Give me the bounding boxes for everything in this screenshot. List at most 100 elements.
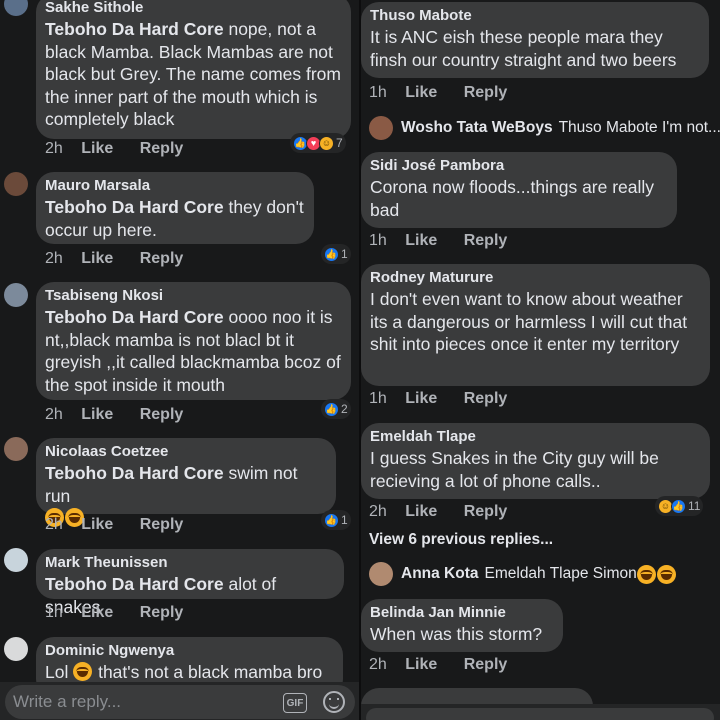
gif-button[interactable]: GIF — [283, 693, 307, 713]
reply-button[interactable]: Reply — [464, 656, 508, 673]
comment-bubble: Belinda Jan Minnie When was this storm? — [361, 599, 563, 652]
reply-button[interactable]: Reply — [464, 390, 508, 407]
haha-reaction-icon: ☺ — [319, 135, 334, 151]
mention-tag[interactable]: Teboho Da Hard Core — [45, 307, 224, 327]
comment-text: It is ANC eish these people mara they fi… — [370, 27, 677, 70]
comment-text: Teboho Da Hard Core nope, not a black Ma… — [45, 19, 341, 129]
comment-time[interactable]: 2h — [45, 516, 63, 533]
reaction-count: 11 — [688, 499, 701, 513]
reaction-summary[interactable]: 👍 2 — [321, 399, 351, 419]
avatar[interactable] — [4, 0, 28, 16]
comment-time[interactable]: 2h — [369, 656, 387, 673]
reply-button[interactable]: Reply — [140, 140, 184, 157]
left-comment-panel: Sakhe Sithole Teboho Da Hard Core nope, … — [0, 0, 360, 720]
comment-time[interactable]: 1h — [369, 232, 387, 249]
comment-actions: 2h Like Reply — [45, 140, 205, 158]
comment-actions: 1h Like Reply — [369, 232, 529, 250]
avatar[interactable] — [4, 172, 28, 196]
comment-time[interactable]: 2h — [45, 406, 63, 423]
mention-tag[interactable]: Teboho Da Hard Core — [45, 574, 224, 594]
comment-text: When was this storm? — [370, 624, 543, 644]
comment-time[interactable]: 2h — [45, 140, 63, 157]
comment-actions: 1h Like Reply — [369, 390, 529, 408]
reaction-summary[interactable]: 👍 ♥ ☺ 7 — [290, 133, 346, 153]
like-button[interactable]: Like — [81, 140, 113, 157]
like-button[interactable]: Like — [81, 516, 113, 533]
mention-tag[interactable]: Teboho Da Hard Core — [45, 19, 224, 39]
comment-bubble: Thuso Mabote It is ANC eish these people… — [361, 2, 709, 78]
like-button[interactable]: Like — [405, 84, 437, 101]
comment-actions: 1h Like Reply — [45, 604, 205, 622]
comment-bubble: Tsabiseng Nkosi Teboho Da Hard Core oooo… — [36, 282, 351, 400]
commenter-name[interactable]: Sakhe Sithole — [45, 0, 342, 18]
commenter-name[interactable]: Mauro Marsala — [45, 176, 305, 196]
comment-actions: 2h Like Reply — [45, 516, 205, 534]
like-button[interactable]: Like — [81, 250, 113, 267]
comment-bubble: Sakhe Sithole Teboho Da Hard Core nope, … — [36, 0, 351, 139]
commenter-name[interactable]: Emeldah Tlape — [370, 427, 701, 447]
avatar[interactable] — [4, 283, 28, 307]
reaction-count: 7 — [336, 136, 343, 150]
avatar[interactable] — [4, 637, 28, 661]
reply-button[interactable]: Reply — [464, 84, 508, 101]
reply-input[interactable] — [13, 689, 263, 715]
comment-bubble: Sidi José Pambora Corona now floods...th… — [361, 152, 677, 228]
like-reaction-icon: 👍 — [324, 512, 339, 528]
like-button[interactable]: Like — [81, 406, 113, 423]
avatar[interactable] — [369, 116, 393, 140]
comment-actions: 2h Like Reply — [45, 250, 205, 268]
commenter-name[interactable]: Belinda Jan Minnie — [370, 603, 554, 623]
commenter-name[interactable]: Thuso Mabote — [370, 6, 700, 26]
commenter-name[interactable]: Dominic Ngwenya — [45, 641, 334, 661]
commenter-name[interactable]: Nicolaas Coetzee — [45, 442, 327, 462]
reply-button[interactable]: Reply — [464, 232, 508, 249]
reaction-count: 1 — [341, 513, 348, 527]
reply-author[interactable]: Wosho Tata WeBoys — [401, 119, 553, 137]
comment-actions: 2h Like Reply — [45, 406, 205, 424]
commenter-name[interactable]: Tsabiseng Nkosi — [45, 286, 342, 306]
reply-input-box[interactable] — [366, 708, 714, 720]
like-button[interactable]: Like — [405, 503, 437, 520]
like-reaction-icon: 👍 — [324, 401, 339, 417]
comment-time[interactable]: 1h — [45, 604, 63, 621]
mention-tag[interactable]: Teboho Da Hard Core — [45, 463, 224, 483]
like-reaction-icon: 👍 — [671, 498, 686, 514]
comment-time[interactable]: 2h — [45, 250, 63, 267]
commenter-name[interactable]: Rodney Maturure — [370, 268, 701, 288]
commenter-name[interactable]: Mark Theunissen — [45, 553, 335, 573]
mention-tag[interactable]: Teboho Da Hard Core — [45, 197, 224, 217]
reply-author[interactable]: Anna Kota — [401, 565, 479, 583]
reply-preview[interactable]: Wosho Tata WeBoys Thuso Mabote I'm not..… — [369, 116, 720, 140]
reply-button[interactable]: Reply — [140, 406, 184, 423]
comment-time[interactable]: 1h — [369, 84, 387, 101]
commenter-name[interactable]: Sidi José Pambora — [370, 156, 668, 176]
emoji-icon[interactable] — [323, 691, 345, 713]
laughing-emoji-icon — [656, 564, 676, 584]
avatar[interactable] — [4, 437, 28, 461]
reply-text: Thuso Mabote I'm not... — [558, 119, 720, 136]
view-previous-replies-link[interactable]: View 6 previous replies... — [369, 531, 553, 549]
laughing-emoji-icon — [73, 662, 93, 681]
reaction-summary[interactable]: 👍 1 — [321, 244, 351, 264]
reply-button[interactable]: Reply — [464, 503, 508, 520]
reaction-summary[interactable]: ☺ 👍 11 — [655, 496, 704, 516]
reply-input-box[interactable]: GIF — [5, 685, 355, 719]
reply-preview[interactable]: Anna Kota Emeldah Tlape Simon — [369, 562, 677, 586]
comment-time[interactable]: 2h — [369, 503, 387, 520]
comment-text: Teboho Da Hard Core they don't occur up … — [45, 197, 304, 240]
like-button[interactable]: Like — [405, 232, 437, 249]
comment-bubble: Mauro Marsala Teboho Da Hard Core they d… — [36, 172, 314, 244]
reply-button[interactable]: Reply — [140, 516, 184, 533]
reply-button[interactable]: Reply — [140, 604, 184, 621]
reaction-summary[interactable]: 👍 1 — [321, 510, 351, 530]
comment-bubble: Mark Theunissen Teboho Da Hard Core alot… — [36, 549, 344, 617]
comment-time[interactable]: 1h — [369, 390, 387, 407]
comment-actions: 2h Like Reply — [369, 503, 529, 521]
reply-text: Emeldah Tlape Simon — [484, 565, 637, 582]
like-button[interactable]: Like — [81, 604, 113, 621]
avatar[interactable] — [4, 548, 28, 572]
like-button[interactable]: Like — [405, 656, 437, 673]
avatar[interactable] — [369, 562, 393, 586]
reply-button[interactable]: Reply — [140, 250, 184, 267]
like-button[interactable]: Like — [405, 390, 437, 407]
